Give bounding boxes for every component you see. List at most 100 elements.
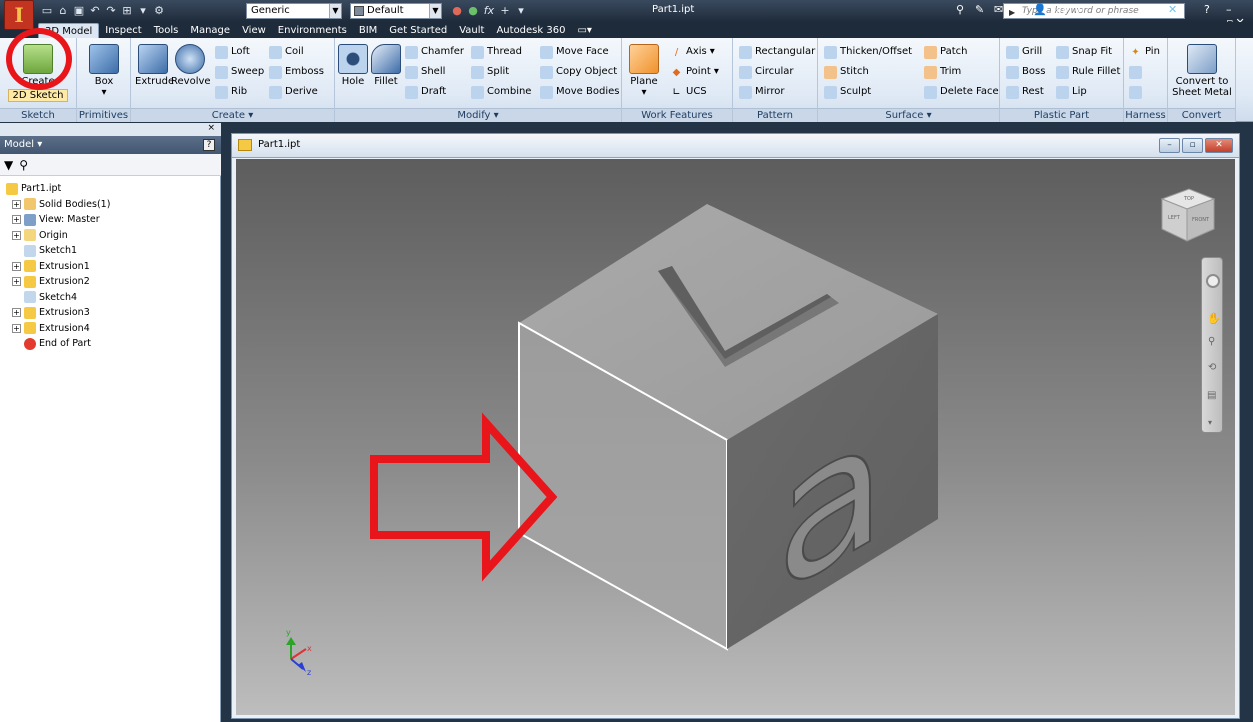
revolve-button[interactable]: Revolve [171, 44, 211, 87]
help-search-input[interactable]: ▶ Type a keyword or phrase [1003, 3, 1185, 19]
point-button[interactable]: ◆ Point ▾ [670, 64, 719, 80]
tab-manage[interactable]: Manage [184, 23, 236, 38]
fillet-button[interactable]: Fillet [370, 44, 402, 87]
customize-icon[interactable]: ▾ [514, 4, 528, 18]
binoculars-icon[interactable]: ⚲ [956, 3, 964, 16]
tree-node[interactable]: + View: Master [12, 212, 100, 227]
graphics-viewport[interactable]: a x z y TOP LEFT FRONT ✋ ⚲ ⟲ ▤ ▾ [236, 159, 1235, 715]
restore-button[interactable]: ▫ [1182, 138, 1203, 153]
tree-node[interactable]: Sketch1 [12, 243, 77, 258]
appearance-select[interactable]: Default ▼ [350, 3, 442, 19]
circular-pattern-button[interactable]: Circular [739, 64, 794, 80]
tree-node[interactable]: Sketch4 [12, 290, 77, 305]
viewcube[interactable]: TOP LEFT FRONT [1154, 185, 1220, 245]
derive-button[interactable]: Derive [269, 84, 318, 100]
return-icon[interactable]: ⊞ [120, 4, 134, 18]
parameters-icon[interactable]: fx [482, 4, 496, 18]
viewcube-front-label[interactable]: FRONT [1192, 217, 1210, 223]
move-bodies-button[interactable]: Move Bodies [540, 84, 619, 100]
application-menu-button[interactable]: I [4, 0, 34, 30]
viewcube-left-label[interactable]: LEFT [1168, 215, 1181, 221]
tree-node[interactable]: + Extrusion3 [12, 305, 90, 320]
extrude-button[interactable]: Extrude [135, 44, 174, 87]
minimize-button[interactable]: – [1159, 138, 1180, 153]
communication-icon[interactable]: ✉ [994, 3, 1003, 16]
undo-icon[interactable]: ↶ [88, 4, 102, 18]
ribbon-options-icon[interactable]: ▭▾ [571, 23, 597, 38]
expand-icon[interactable]: + [12, 215, 21, 224]
box-button[interactable]: Box ▾ [85, 44, 123, 98]
browser-title[interactable]: Model ▾ ? [0, 136, 221, 154]
pan-icon[interactable]: ✋ [1207, 312, 1221, 325]
move-face-button[interactable]: Move Face [540, 44, 609, 60]
rectangular-pattern-button[interactable]: Rectangular [739, 44, 815, 60]
filter-icon[interactable]: ▼ [4, 158, 13, 172]
plane-button[interactable]: Plane ▾ [628, 44, 660, 98]
tree-node[interactable]: End of Part [12, 336, 91, 351]
tab-vault[interactable]: Vault [453, 23, 490, 38]
tree-node[interactable]: + Extrusion1 [12, 259, 90, 274]
split-button[interactable]: Split [471, 64, 509, 80]
material-select[interactable]: Generic ▼ [246, 3, 342, 19]
help-icon[interactable]: ? [1204, 3, 1210, 16]
expand-icon[interactable]: + [12, 230, 21, 240]
panel-title-surface[interactable]: Surface ▾ [818, 108, 999, 122]
harness-tool-2-button[interactable] [1129, 84, 1142, 100]
steering-wheel-icon[interactable] [1206, 274, 1220, 288]
hole-button[interactable]: Hole [338, 44, 368, 87]
look-at-icon[interactable]: ▤ [1207, 390, 1216, 401]
loft-button[interactable]: Loft [215, 44, 250, 60]
new-icon[interactable]: ▭ [40, 4, 54, 18]
copy-object-button[interactable]: Copy Object [540, 64, 617, 80]
tree-node[interactable]: + Solid Bodies(1) [12, 197, 110, 212]
combine-button[interactable]: Combine [471, 84, 531, 100]
convert-to-sheet-metal-button[interactable]: Convert to Sheet Metal [1171, 44, 1233, 98]
model-canvas[interactable]: a x z y [236, 159, 1235, 715]
open-icon[interactable]: ⌂ [56, 4, 70, 18]
boss-button[interactable]: Boss [1006, 64, 1045, 80]
subscription-icon[interactable]: ✎ [975, 3, 984, 16]
tree-node[interactable]: Part1.ipt [6, 181, 61, 196]
viewcube-top-label[interactable]: TOP [1183, 196, 1194, 202]
rest-button[interactable]: Rest [1006, 84, 1044, 100]
delete-face-button[interactable]: Delete Face [924, 84, 999, 100]
sign-in-link[interactable]: Sign In [1050, 4, 1084, 15]
sweep-button[interactable]: Sweep [215, 64, 264, 80]
harness-tool-1-button[interactable] [1129, 64, 1142, 80]
lip-button[interactable]: Lip [1056, 84, 1087, 100]
tree-node[interactable]: + Origin [12, 228, 68, 243]
shell-button[interactable]: Shell [405, 64, 445, 80]
snap-fit-button[interactable]: Snap Fit [1056, 44, 1112, 60]
chamfer-button[interactable]: Chamfer [405, 44, 464, 60]
tab-get-started[interactable]: Get Started [383, 23, 453, 38]
rib-button[interactable]: Rib [215, 84, 247, 100]
mirror-button[interactable]: Mirror [739, 84, 784, 100]
expand-icon[interactable]: + [12, 199, 21, 209]
exchange-icon[interactable]: ✕ [1168, 3, 1177, 16]
draft-button[interactable]: Draft [405, 84, 446, 100]
rule-fillet-button[interactable]: Rule Fillet [1056, 64, 1120, 80]
save-icon[interactable]: ▣ [72, 4, 86, 18]
favorites-icon[interactable]: ★ [1013, 3, 1023, 16]
grill-button[interactable]: Grill [1006, 44, 1042, 60]
help-icon[interactable]: ? [203, 139, 215, 151]
axis-button[interactable]: / Axis ▾ [670, 44, 715, 60]
thicken-offset-button[interactable]: Thicken/Offset [824, 44, 912, 60]
select-icon[interactable]: ▾ [136, 4, 150, 18]
customize-icon[interactable]: ▾ [1208, 418, 1212, 427]
close-button[interactable]: ✕ [1205, 138, 1233, 153]
tree-node[interactable]: + Extrusion2 [12, 274, 90, 289]
clear-override-icon[interactable]: ● [450, 4, 464, 18]
panel-title-modify[interactable]: Modify ▾ [335, 108, 621, 122]
close-icon[interactable]: × [207, 123, 215, 133]
binoculars-icon[interactable]: ⚲ [19, 158, 28, 172]
redo-icon[interactable]: ↷ [104, 4, 118, 18]
orbit-icon[interactable]: ⟲ [1208, 362, 1216, 373]
tab-tools[interactable]: Tools [148, 23, 185, 38]
ucs-button[interactable]: ∟ UCS [670, 84, 706, 100]
expand-icon[interactable]: + [12, 261, 21, 271]
thread-button[interactable]: Thread [471, 44, 522, 60]
pin-button[interactable]: ✦ Pin [1129, 44, 1160, 60]
zoom-icon[interactable]: ⚲ [1208, 336, 1215, 347]
adjust-icon[interactable]: ● [466, 4, 480, 18]
